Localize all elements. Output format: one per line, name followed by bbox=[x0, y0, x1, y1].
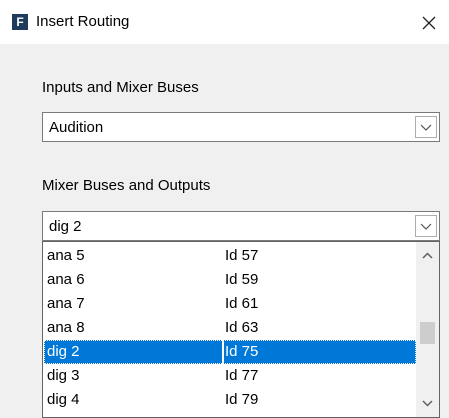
close-button[interactable] bbox=[416, 10, 442, 36]
app-logo-icon: F bbox=[12, 14, 28, 30]
scroll-up-button[interactable] bbox=[416, 245, 439, 267]
outputs-dropdown-button[interactable] bbox=[415, 215, 437, 237]
scroll-thumb[interactable] bbox=[420, 322, 435, 344]
option-name: dig 4 bbox=[47, 391, 80, 408]
outputs-selected-value: dig 2 bbox=[49, 218, 82, 235]
list-item[interactable]: ana 8 Id 63 bbox=[43, 316, 416, 340]
chevron-down-icon bbox=[422, 400, 433, 407]
list-item[interactable]: ana 5 Id 57 bbox=[43, 244, 416, 268]
option-id: Id 57 bbox=[225, 247, 259, 264]
option-id: Id 75 bbox=[225, 343, 259, 360]
list-item[interactable]: ana 6 Id 59 bbox=[43, 268, 416, 292]
chevron-down-icon bbox=[420, 223, 432, 230]
close-icon bbox=[422, 16, 436, 30]
list-item-selected[interactable]: dig 2 Id 75 bbox=[43, 340, 416, 364]
chevron-down-icon bbox=[420, 124, 432, 131]
vertical-scrollbar[interactable] bbox=[416, 242, 439, 417]
option-id: Id 61 bbox=[225, 295, 259, 312]
outputs-select[interactable]: dig 2 bbox=[42, 211, 440, 241]
option-name: ana 8 bbox=[47, 319, 85, 336]
option-id: Id 63 bbox=[225, 319, 259, 336]
insert-routing-dialog: F Insert Routing Inputs and Mixer Buses … bbox=[0, 0, 449, 418]
inputs-label: Inputs and Mixer Buses bbox=[42, 79, 199, 96]
list-item[interactable]: dig 3 Id 77 bbox=[43, 364, 416, 388]
list-item[interactable]: dig 4 Id 79 bbox=[43, 388, 416, 412]
option-name: dig 3 bbox=[47, 367, 80, 384]
option-id: Id 79 bbox=[225, 391, 259, 408]
option-id: Id 59 bbox=[225, 271, 259, 288]
option-id: Id 77 bbox=[225, 367, 259, 384]
scroll-down-button[interactable] bbox=[416, 392, 439, 414]
window-title: Insert Routing bbox=[36, 13, 130, 30]
list-item[interactable]: ana 7 Id 61 bbox=[43, 292, 416, 316]
option-name: ana 7 bbox=[47, 295, 85, 312]
outputs-dropdown-list[interactable]: ana 5 Id 57 ana 6 Id 59 ana 7 Id 61 ana … bbox=[42, 241, 440, 418]
option-name: ana 5 bbox=[47, 247, 85, 264]
option-name: dig 2 bbox=[47, 343, 80, 360]
options-list: ana 5 Id 57 ana 6 Id 59 ana 7 Id 61 ana … bbox=[43, 244, 416, 412]
chevron-up-icon bbox=[422, 252, 433, 259]
option-name: ana 6 bbox=[47, 271, 85, 288]
inputs-selected-value: Audition bbox=[49, 119, 104, 136]
inputs-select[interactable]: Audition bbox=[42, 112, 440, 142]
outputs-label: Mixer Buses and Outputs bbox=[42, 177, 211, 194]
inputs-dropdown-button[interactable] bbox=[415, 116, 437, 138]
title-bar[interactable]: F Insert Routing bbox=[0, 0, 449, 44]
